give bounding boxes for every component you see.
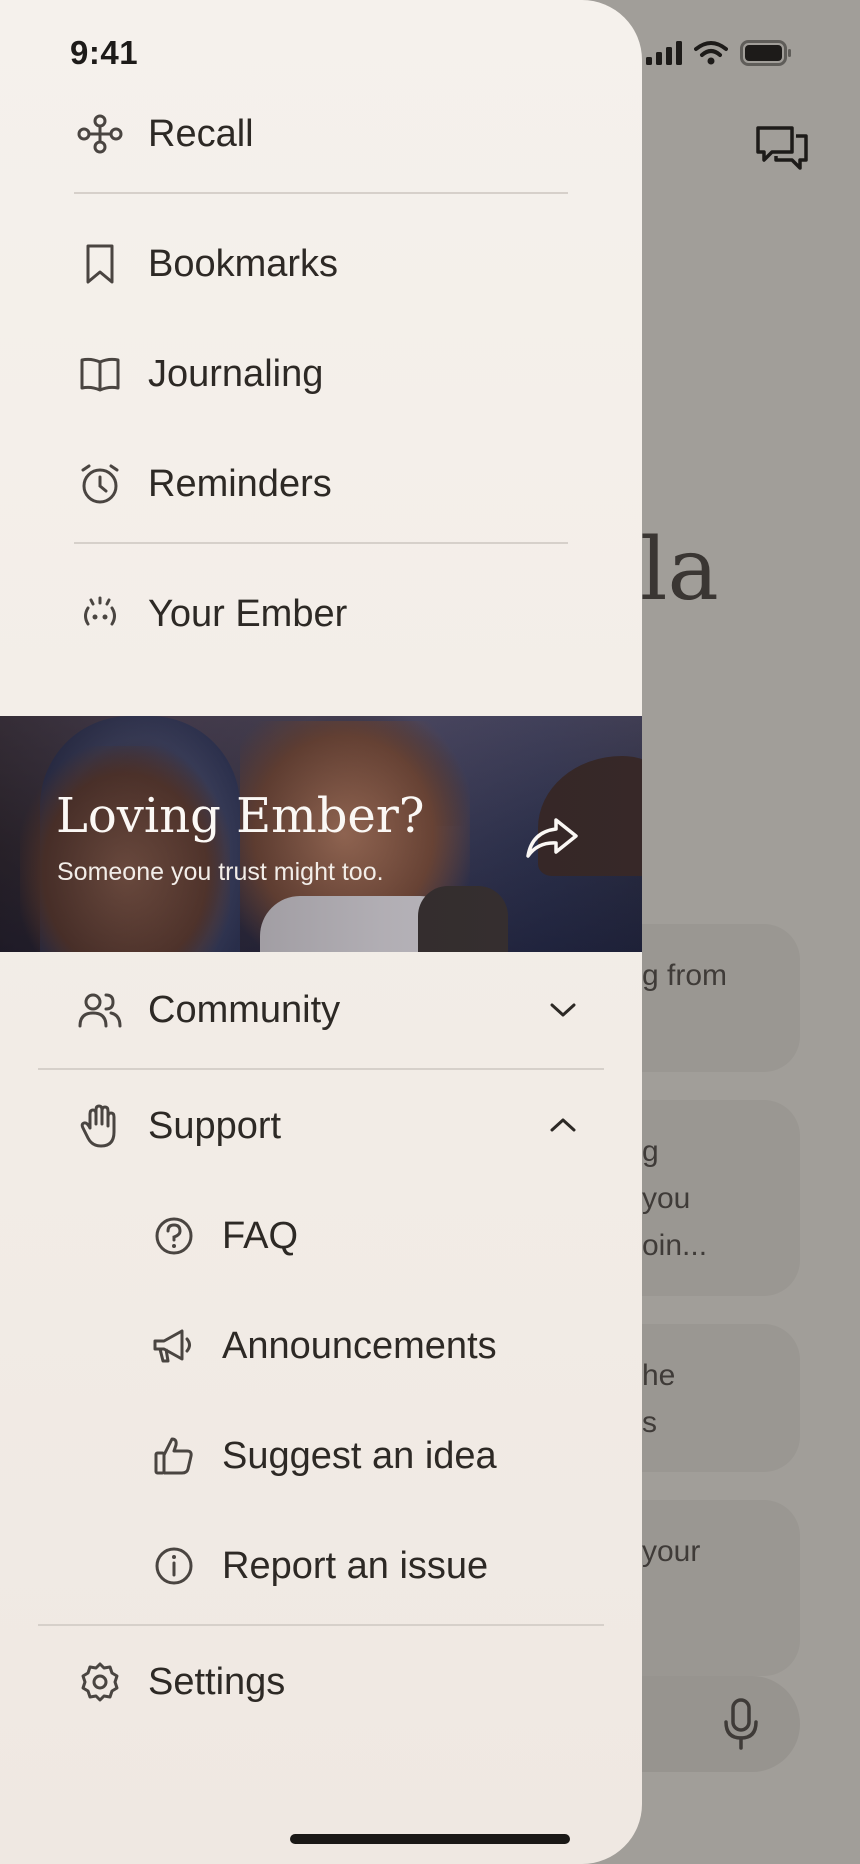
divider [38,1624,604,1626]
menu-item-your-ember[interactable]: Your Ember [74,574,347,654]
share-promo-banner[interactable]: Loving Ember? Someone you trust might to… [0,716,642,952]
chevron-up-icon[interactable] [548,1110,578,1140]
thumbs-up-icon [148,1430,200,1482]
promo-title: Loving Ember? [56,788,425,844]
menu-item-settings[interactable]: Settings [74,1642,285,1722]
menu-item-label: Bookmarks [148,242,339,285]
microphone-icon[interactable] [722,1698,760,1750]
submenu-item-report-issue[interactable]: Report an issue [148,1526,488,1606]
divider [74,542,568,544]
info-icon [148,1540,200,1592]
people-icon [74,984,126,1036]
promo-subtitle: Someone you trust might too. [57,858,384,886]
menu-item-label: Journaling [148,352,324,395]
share-arrow-icon[interactable] [524,814,580,862]
submenu-item-label: Report an issue [222,1544,489,1587]
megaphone-icon [148,1320,200,1372]
bookmark-icon [74,238,126,290]
greeting-title: la [640,520,719,620]
book-icon [74,348,126,400]
menu-item-label: Support [148,1104,282,1147]
menu-item-label: Recall [148,112,254,155]
submenu-item-label: Suggest an idea [222,1434,497,1477]
divider [74,192,568,194]
menu-item-recall[interactable]: Recall [74,94,254,174]
menu-item-journaling[interactable]: Journaling [74,334,323,414]
wifi-icon [694,41,728,65]
recall-icon [74,108,126,160]
submenu-item-faq[interactable]: FAQ [148,1196,298,1276]
signal-icon [646,41,682,65]
menu-item-reminders[interactable]: Reminders [74,444,332,524]
battery-icon [740,40,791,66]
raised-hand-icon [74,1100,126,1152]
chat-icon[interactable] [754,122,810,178]
suggestion-card-text: g from [642,959,728,992]
alarm-clock-icon [74,458,126,510]
menu-item-label: Settings [148,1660,286,1703]
menu-item-label: Your Ember [148,592,348,635]
submenu-item-label: FAQ [222,1214,299,1257]
submenu-item-suggest-idea[interactable]: Suggest an idea [148,1416,497,1496]
submenu-item-label: Announcements [222,1324,497,1367]
chevron-down-icon[interactable] [548,995,578,1025]
side-drawer: 9:41 Recall Bookmarks Journaling Reminde… [0,0,642,1864]
status-icons [646,40,792,66]
menu-item-support[interactable]: Support [74,1086,281,1166]
status-time: 9:41 [70,34,139,71]
ember-icon [74,588,126,640]
menu-item-label: Community [148,988,341,1031]
suggestion-card-text: your [642,1535,701,1568]
submenu-item-announcements[interactable]: Announcements [148,1306,497,1386]
gear-icon [74,1656,126,1708]
suggestion-card-text: he s [642,1359,676,1439]
menu-item-bookmarks[interactable]: Bookmarks [74,224,338,304]
question-icon [148,1210,200,1262]
suggestion-card-text: g you oin... [642,1135,708,1262]
home-indicator[interactable] [290,1834,570,1844]
divider [38,1068,604,1070]
menu-item-label: Reminders [148,462,332,505]
menu-item-community[interactable]: Community [74,970,340,1050]
